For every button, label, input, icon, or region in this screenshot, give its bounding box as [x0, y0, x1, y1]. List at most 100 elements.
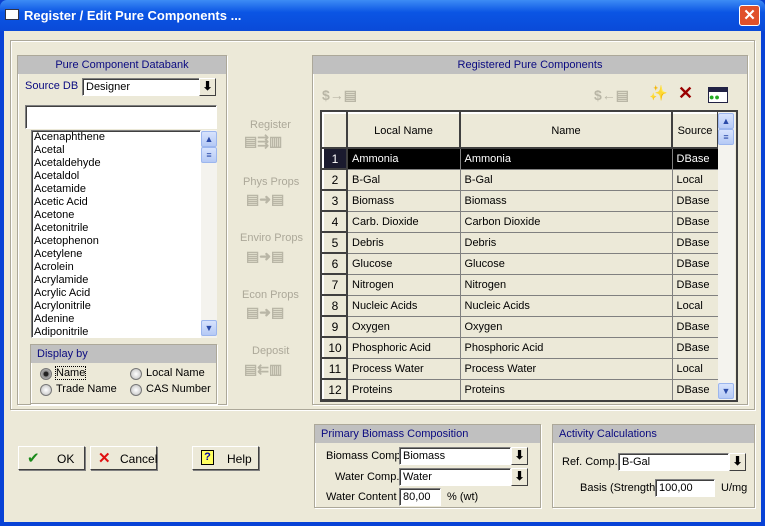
scroll-thumb[interactable]: ≡	[201, 147, 217, 163]
grid-scrollbar[interactable]: ▲ ≡ ▼	[718, 112, 735, 400]
column-header-local-name[interactable]: Local Name	[346, 112, 461, 149]
list-item[interactable]: Acetaldol	[32, 170, 200, 183]
source-cell[interactable]: DBase	[671, 252, 719, 275]
table-row[interactable]: 1 Ammonia Ammonia DBase	[322, 147, 719, 170]
display-by-option-label[interactable]: Trade Name	[56, 383, 117, 395]
local-name-cell[interactable]: Proteins	[346, 378, 461, 400]
row-number[interactable]: 10	[322, 336, 348, 359]
row-number[interactable]: 4	[322, 210, 348, 233]
display-by-option-label[interactable]: CAS Number	[146, 383, 211, 395]
list-item[interactable]: Acetylene	[32, 248, 200, 261]
source-db-dropdown-button[interactable]: ⬇	[199, 78, 216, 96]
list-item[interactable]: Acetophenon	[32, 235, 200, 248]
display-by-radio-0[interactable]	[40, 368, 52, 380]
list-item[interactable]: Acrylonitrile	[32, 300, 200, 313]
display-by-option-label[interactable]: Name	[54, 366, 87, 380]
source-cell[interactable]: DBase	[671, 231, 719, 254]
deposit-button[interactable]: ▤⇇▥	[244, 361, 282, 378]
source-cell[interactable]: DBase	[671, 315, 719, 338]
display-by-radio-1[interactable]	[130, 368, 142, 380]
source-cell[interactable]: DBase	[671, 147, 719, 170]
source-db-combo[interactable]: Designer	[82, 78, 200, 96]
source-cell[interactable]: Local	[671, 357, 719, 380]
display-by-radio-3[interactable]	[130, 384, 142, 396]
help-button[interactable]: ? Help	[192, 446, 259, 470]
phys-props-button[interactable]: ▤➜▤	[246, 191, 284, 208]
source-cell[interactable]: Local	[671, 168, 719, 191]
name-cell[interactable]: Debris	[459, 231, 673, 254]
name-cell[interactable]: Biomass	[459, 189, 673, 212]
name-cell[interactable]: Ammonia	[459, 147, 673, 170]
table-row[interactable]: 6 Glucose Glucose DBase	[322, 252, 719, 275]
row-number[interactable]: 6	[322, 252, 348, 275]
table-row[interactable]: 3 Biomass Biomass DBase	[322, 189, 719, 212]
table-row[interactable]: 9 Oxygen Oxygen DBase	[322, 315, 719, 338]
enviro-props-button[interactable]: ▤➜▤	[246, 248, 284, 265]
water-comp-combo[interactable]: Water	[399, 468, 511, 486]
magic-wand-icon[interactable]: ✨	[649, 84, 668, 102]
row-number[interactable]: 2	[322, 168, 348, 191]
name-cell[interactable]: Proteins	[459, 378, 673, 400]
display-by-radio-2[interactable]	[40, 384, 52, 396]
local-name-cell[interactable]: Nucleic Acids	[346, 294, 461, 317]
name-cell[interactable]: B-Gal	[459, 168, 673, 191]
table-row[interactable]: 11 Process Water Process Water Local	[322, 357, 719, 380]
scroll-up-icon[interactable]: ▲	[718, 113, 734, 129]
row-number[interactable]: 12	[322, 378, 348, 400]
search-input[interactable]	[25, 105, 217, 129]
row-number[interactable]: 7	[322, 273, 348, 296]
source-cell[interactable]: DBase	[671, 273, 719, 296]
econ-props-button[interactable]: ▤➜▤	[246, 304, 284, 321]
water-content-input[interactable]: 80,00	[399, 488, 441, 506]
table-row[interactable]: 4 Carb. Dioxide Carbon Dioxide DBase	[322, 210, 719, 233]
table-row[interactable]: 10 Phosphoric Acid Phosphoric Acid DBase	[322, 336, 719, 359]
registered-grid[interactable]: Local Name Name Source 1 Ammonia Ammonia DB…	[320, 110, 738, 402]
table-row[interactable]: 12 Proteins Proteins DBase	[322, 378, 719, 400]
list-item[interactable]: Acetamide	[32, 183, 200, 196]
name-cell[interactable]: Glucose	[459, 252, 673, 275]
scroll-down-icon[interactable]: ▼	[201, 320, 217, 336]
source-cell[interactable]: DBase	[671, 210, 719, 233]
local-name-cell[interactable]: Phosphoric Acid	[346, 336, 461, 359]
name-cell[interactable]: Carbon Dioxide	[459, 210, 673, 233]
source-cell[interactable]: DBase	[671, 189, 719, 212]
scroll-up-icon[interactable]: ▲	[201, 131, 217, 147]
display-by-option-label[interactable]: Local Name	[146, 367, 205, 379]
import-from-db-icon[interactable]: $←▤	[594, 87, 629, 104]
list-item[interactable]: Acetonitrile	[32, 222, 200, 235]
local-name-cell[interactable]: Biomass	[346, 189, 461, 212]
table-row[interactable]: 8 Nucleic Acids Nucleic Acids Local	[322, 294, 719, 317]
basis-input[interactable]: 100,00	[655, 479, 715, 497]
source-cell[interactable]: DBase	[671, 378, 719, 400]
biomass-comp-dropdown-button[interactable]: ⬇	[511, 447, 528, 465]
local-name-cell[interactable]: Glucose	[346, 252, 461, 275]
list-item[interactable]: Acetal	[32, 144, 200, 157]
ok-button[interactable]: ✔ OK	[18, 446, 85, 470]
local-name-cell[interactable]: Nitrogen	[346, 273, 461, 296]
export-to-db-icon[interactable]: $→▤	[322, 87, 357, 104]
name-cell[interactable]: Nitrogen	[459, 273, 673, 296]
name-cell[interactable]: Oxygen	[459, 315, 673, 338]
table-row[interactable]: 5 Debris Debris DBase	[322, 231, 719, 254]
list-item[interactable]: Acenaphthene	[32, 131, 200, 144]
properties-icon[interactable]: ●●	[708, 87, 728, 103]
row-number[interactable]: 5	[322, 231, 348, 254]
local-name-cell[interactable]: Oxygen	[346, 315, 461, 338]
ref-comp-dropdown-button[interactable]: ⬇	[729, 453, 746, 471]
local-name-cell[interactable]: B-Gal	[346, 168, 461, 191]
list-item[interactable]: Acetic Acid	[32, 196, 200, 209]
list-item[interactable]: Adiponitrile	[32, 326, 200, 337]
source-cell[interactable]: DBase	[671, 336, 719, 359]
biomass-comp-combo[interactable]: Biomass	[399, 447, 511, 465]
component-list[interactable]: Acenaphthene Acetal Acetaldehyde Acetaldol A…	[31, 130, 201, 338]
local-name-cell[interactable]: Carb. Dioxide	[346, 210, 461, 233]
row-number[interactable]: 3	[322, 189, 348, 212]
source-cell[interactable]: Local	[671, 294, 719, 317]
delete-icon[interactable]: ✕	[678, 83, 693, 104]
local-name-cell[interactable]: Process Water	[346, 357, 461, 380]
list-scrollbar[interactable]: ▲ ≡ ▼	[201, 130, 217, 338]
name-cell[interactable]: Process Water	[459, 357, 673, 380]
local-name-cell[interactable]: Ammonia	[346, 147, 461, 170]
table-row[interactable]: 7 Nitrogen Nitrogen DBase	[322, 273, 719, 296]
list-item[interactable]: Acrolein	[32, 261, 200, 274]
